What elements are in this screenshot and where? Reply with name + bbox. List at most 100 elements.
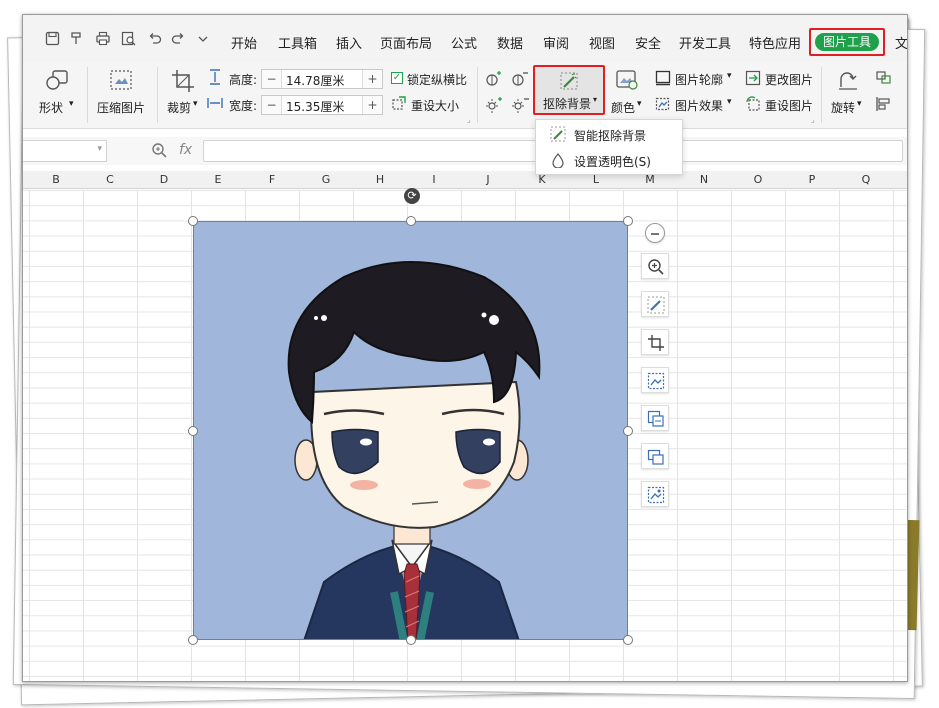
crop-label: 裁剪: [167, 101, 192, 115]
height-increment-button[interactable]: +: [362, 70, 382, 88]
width-decrement-button[interactable]: −: [262, 96, 282, 114]
selected-picture[interactable]: [193, 221, 628, 640]
menu-bar: 开始 工具箱 插入 页面布局 公式 数据 审阅 视图 安全 开发工具 特色应用 …: [23, 15, 907, 61]
height-decrement-button[interactable]: −: [262, 70, 282, 88]
align-icon[interactable]: [875, 96, 893, 116]
column-header[interactable]: F: [245, 173, 299, 186]
decrease-brightness-icon[interactable]: [511, 97, 529, 117]
name-box[interactable]: ▾: [23, 140, 107, 162]
picture-edit-icon: [647, 486, 665, 504]
group-icon[interactable]: [875, 70, 893, 90]
tab-insert[interactable]: 插入: [336, 33, 362, 52]
tab-formulas[interactable]: 公式: [451, 33, 477, 52]
picture-convert-icon: [647, 410, 664, 427]
resize-handle-top-right[interactable]: [623, 216, 633, 226]
reset-size-label: 重设大小: [411, 99, 460, 113]
lock-ratio-label: 锁定纵横比: [407, 73, 468, 87]
remove-background-label: 抠除背景: [543, 97, 592, 111]
width-increment-button[interactable]: +: [362, 96, 382, 114]
color-label: 颜色: [611, 101, 636, 115]
column-header[interactable]: C: [83, 173, 137, 186]
print-icon[interactable]: [95, 31, 111, 50]
picture-group-expand-icon[interactable]: ⌟: [811, 115, 815, 124]
column-header[interactable]: D: [137, 173, 191, 186]
lock-ratio-checkbox[interactable]: ✓: [391, 72, 403, 84]
crop-icon: [648, 335, 664, 351]
column-header[interactable]: E: [191, 173, 245, 186]
resize-handle-right[interactable]: [623, 426, 633, 436]
column-header[interactable]: N: [677, 173, 731, 186]
decrease-contrast-icon[interactable]: [511, 71, 529, 91]
size-group-expand-icon[interactable]: ⌟: [467, 115, 471, 124]
picture-translate-button[interactable]: [641, 443, 669, 469]
resize-handle-bottom-right[interactable]: [623, 635, 633, 645]
width-value: 15.35厘米: [286, 100, 345, 114]
ribbon-separator: [87, 67, 88, 123]
rotate-handle[interactable]: ⟳: [404, 188, 420, 204]
quick-remove-background-button[interactable]: [641, 291, 669, 317]
resize-handle-bottom-left[interactable]: [188, 635, 198, 645]
effect-dropdown-icon: ▾: [727, 97, 732, 107]
resize-handle-left[interactable]: [188, 426, 198, 436]
picture-outline-label: 图片轮廓: [675, 73, 724, 87]
tab-security[interactable]: 安全: [635, 33, 661, 52]
set-transparent-color-item[interactable]: 设置透明色(S): [542, 149, 678, 173]
tab-overflow[interactable]: 文: [895, 33, 907, 52]
save-icon[interactable]: [45, 31, 60, 50]
redo-icon[interactable]: [171, 31, 186, 50]
column-header[interactable]: I: [407, 173, 461, 186]
increase-brightness-icon[interactable]: [485, 97, 503, 117]
cartoon-boy-illustration: [194, 222, 627, 639]
smart-remove-background-item[interactable]: 智能抠除背景: [542, 123, 678, 147]
magic-wand-icon: [559, 71, 579, 91]
customize-toolbar-icon[interactable]: [197, 31, 209, 50]
column-header[interactable]: H: [353, 173, 407, 186]
column-headers: B C D E F G H I J K L M N O P Q: [23, 171, 907, 189]
compress-icon: [647, 372, 665, 390]
column-header[interactable]: P: [785, 173, 839, 186]
picture-to-text-button[interactable]: [641, 405, 669, 431]
name-box-dropdown-icon: ▾: [97, 144, 102, 154]
column-header[interactable]: Q: [839, 173, 893, 186]
picture-edit-button[interactable]: [641, 481, 669, 507]
increase-contrast-icon[interactable]: [485, 71, 503, 91]
tab-home[interactable]: 开始: [231, 33, 257, 52]
compress-picture-quick-button[interactable]: [641, 367, 669, 393]
column-header[interactable]: G: [299, 173, 353, 186]
resize-handle-top[interactable]: [406, 216, 416, 226]
height-label: 高度:: [229, 73, 258, 87]
tab-developer[interactable]: 开发工具: [679, 33, 731, 52]
format-painter-icon[interactable]: [69, 31, 84, 50]
width-label: 宽度:: [229, 99, 258, 113]
height-input[interactable]: − 14.78厘米 +: [261, 69, 383, 89]
smart-remove-label: 智能抠除背景: [574, 129, 647, 143]
tab-special-apps[interactable]: 特色应用: [749, 33, 801, 52]
picture-effect-label: 图片效果: [675, 99, 724, 113]
resize-handle-top-left[interactable]: [188, 216, 198, 226]
resize-handle-bottom[interactable]: [406, 635, 416, 645]
tab-review[interactable]: 审阅: [543, 33, 569, 52]
tab-data[interactable]: 数据: [497, 33, 523, 52]
transparent-drop-icon: [550, 152, 566, 169]
reset-size-icon: [391, 95, 407, 115]
tab-picture-tools[interactable]: 图片工具: [809, 28, 885, 56]
remove-background-button[interactable]: 抠除背景 ▾: [533, 65, 605, 115]
quick-crop-button[interactable]: [641, 329, 669, 355]
column-header[interactable]: J: [461, 173, 515, 186]
crop-icon: [171, 69, 195, 97]
picture-tools-ribbon: 形状 ▾ 压缩图片 裁剪 ▾ 高度: − 14.78厘米 + 宽度: − 15.…: [23, 61, 907, 129]
fx-label[interactable]: fx: [179, 142, 192, 158]
tab-page-layout[interactable]: 页面布局: [380, 33, 432, 52]
tab-toolbox[interactable]: 工具箱: [278, 33, 317, 52]
width-input[interactable]: − 15.35厘米 +: [261, 95, 383, 115]
column-header[interactable]: B: [29, 173, 83, 186]
print-preview-icon[interactable]: [121, 31, 136, 50]
picture-translate-icon: [647, 449, 664, 465]
zoom-formula-icon[interactable]: [151, 142, 167, 162]
width-icon: [207, 95, 223, 115]
collapse-toolbar-button[interactable]: [645, 223, 665, 243]
zoom-picture-button[interactable]: [641, 253, 669, 279]
column-header[interactable]: O: [731, 173, 785, 186]
undo-icon[interactable]: [147, 31, 162, 50]
tab-view[interactable]: 视图: [589, 33, 615, 52]
